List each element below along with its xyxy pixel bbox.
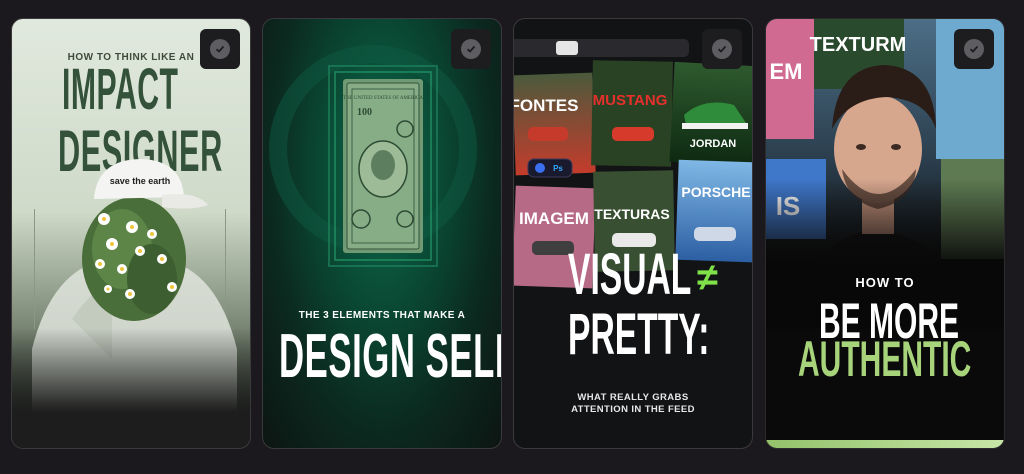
post-subtitle: WHAT REALLY GRABS ATTENTION IN THE FEED xyxy=(514,392,752,416)
post-subtitle-line1: WHAT REALLY GRABS xyxy=(577,392,689,403)
post-kicker: THE 3 ELEMENTS THAT MAKE A xyxy=(298,310,466,321)
checkmark-icon xyxy=(461,39,481,59)
poster-text: EM xyxy=(770,59,803,84)
checkmark-icon xyxy=(712,39,732,59)
post-title: DESIGN SELL xyxy=(279,322,502,391)
tile-label: MUSTANG xyxy=(593,92,668,109)
select-checkbox[interactable] xyxy=(200,29,240,69)
photoshop-icon: Ps xyxy=(553,164,563,173)
post-card-be-more-authentic[interactable]: TEXTURM EM IS HOW TO BE MORE AUTHENTIC xyxy=(765,18,1005,449)
checkmark-icon xyxy=(210,39,230,59)
post-card-impact-designer[interactable]: HOW TO THINK LIKE AN IMPACT DESIGNER sav… xyxy=(11,18,251,449)
cap-text: save the earth xyxy=(110,176,171,186)
select-checkbox[interactable] xyxy=(451,29,491,69)
post-title-line2: AUTHENTIC xyxy=(798,331,972,387)
tile-label: JORDAN xyxy=(690,138,737,150)
select-checkbox[interactable] xyxy=(702,29,742,69)
tile-label: TEXTURAS xyxy=(594,206,669,222)
bill-text: THE UNITED STATES OF AMERICA xyxy=(343,96,423,101)
tile-label: FONTES xyxy=(514,96,578,115)
post-title-line2: PRETTY: xyxy=(568,302,710,367)
checkmark-icon xyxy=(964,39,984,59)
selected-indicator-bar xyxy=(766,440,1004,448)
post-subtitle-line2: ATTENTION IN THE FEED xyxy=(571,404,695,415)
post-kicker: HOW TO xyxy=(855,275,915,290)
post-card-design-sell[interactable]: THE UNITED STATES OF AMERICA 100 THE 3 E… xyxy=(262,18,502,449)
tile-label: IMAGEM xyxy=(519,209,589,228)
not-equal-symbol: ≠ xyxy=(697,257,718,299)
post-card-visual-pretty[interactable]: FONTES MUSTANG JORDAN IMAGEM TEXTURAS PO… xyxy=(513,18,753,449)
tile-label: PORSCHE xyxy=(681,184,750,200)
bill-value: 100 xyxy=(357,107,372,118)
post-title-line1: VISUAL xyxy=(568,242,692,307)
select-checkbox[interactable] xyxy=(954,29,994,69)
poster-text: TEXTURM xyxy=(810,34,907,56)
